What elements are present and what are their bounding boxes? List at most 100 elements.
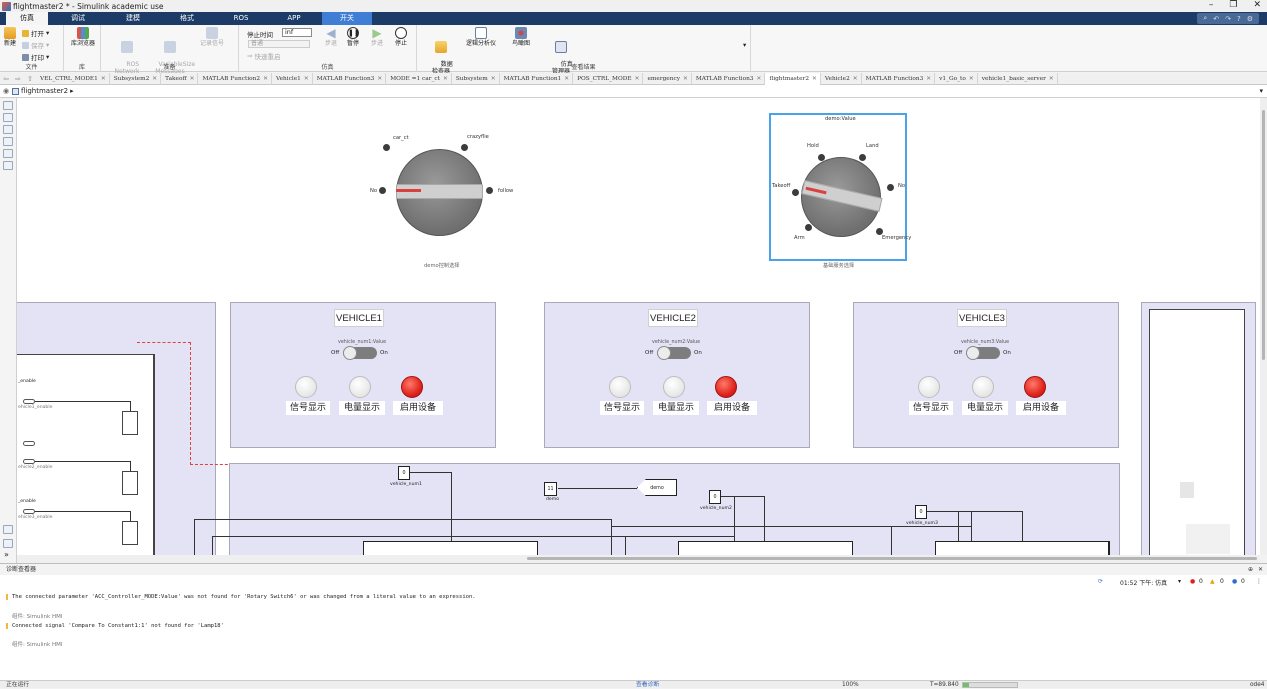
tab-close-icon[interactable]: ✕: [152, 76, 157, 82]
tab-close-icon[interactable]: ✕: [304, 76, 309, 82]
tab-close-icon[interactable]: ✕: [757, 76, 762, 82]
annotation-icon[interactable]: [3, 137, 13, 146]
stop-button[interactable]: 停止: [391, 27, 411, 47]
logic-analyzer-button[interactable]: 逻辑分析仪: [463, 27, 499, 47]
stop-time-input[interactable]: inf: [282, 28, 312, 37]
model-tab[interactable]: MATLAB Function2 ✕: [198, 72, 272, 85]
model-tab[interactable]: vehicle1_basic_server ✕: [978, 72, 1058, 85]
tab-close-icon[interactable]: ✕: [812, 76, 817, 82]
enable-device-button[interactable]: 启用设备: [1016, 401, 1066, 415]
simulation-mode-select[interactable]: 普通: [248, 40, 310, 48]
vehicle-toggle-switch[interactable]: [966, 346, 1000, 360]
more-options-icon[interactable]: ⋮: [1256, 578, 1262, 585]
expand-icon[interactable]: »: [4, 550, 9, 559]
signal-display-button[interactable]: 信号显示: [286, 401, 330, 415]
right-subsystem-block[interactable]: [1149, 309, 1245, 555]
forward-icon[interactable]: ⇨: [12, 75, 24, 83]
model-canvas[interactable]: car_ct crazyflie No follow demo控制选择 demo…: [17, 98, 1260, 555]
model-tab[interactable]: POS_CTRL_MODE ✕: [573, 72, 644, 85]
signal-display-button[interactable]: 信号显示: [909, 401, 953, 415]
model-tab[interactable]: MATLAB Function3 ✕: [313, 72, 387, 85]
tab-debug[interactable]: 调试: [48, 12, 108, 25]
tab-close-icon[interactable]: ✕: [853, 76, 858, 82]
minimize-icon[interactable]: –: [1209, 0, 1214, 10]
tab-close-icon[interactable]: ✕: [190, 76, 195, 82]
enable-device-button[interactable]: 启用设备: [707, 401, 757, 415]
tab-close-icon[interactable]: ✕: [443, 76, 448, 82]
tab-ros[interactable]: ROS: [216, 12, 266, 25]
hide-explorer-icon[interactable]: ◉: [0, 87, 12, 95]
tab-simulation[interactable]: 仿真: [6, 12, 48, 25]
redo-icon[interactable]: ↷: [1225, 15, 1231, 23]
save-button[interactable]: 保存 ▾: [22, 40, 49, 50]
breadcrumb-arrow-icon[interactable]: ▸: [70, 87, 74, 95]
image-icon[interactable]: [3, 149, 13, 158]
error-icon[interactable]: ●: [1190, 578, 1195, 585]
back-icon[interactable]: ⇦: [0, 75, 12, 83]
tab-close-icon[interactable]: ✕: [926, 76, 931, 82]
breadcrumb[interactable]: flightmaster2: [21, 87, 68, 95]
diagnostic-message[interactable]: The connected parameter 'ACC_Controller_…: [6, 594, 476, 600]
vehicle-toggle-switch[interactable]: [343, 346, 377, 360]
model-tab[interactable]: MATLAB Function3 ✕: [862, 72, 936, 85]
refresh-icon[interactable]: ⟳: [1098, 578, 1103, 585]
undo-icon[interactable]: ↶: [1213, 15, 1219, 23]
property-inspector-icon[interactable]: [3, 525, 13, 534]
model-tab[interactable]: Vehicle1 ✕: [272, 72, 313, 85]
info-icon[interactable]: ●: [1232, 578, 1237, 585]
close-icon[interactable]: ✕: [1253, 0, 1261, 10]
model-tab[interactable]: MATLAB Function1 ✕: [500, 72, 574, 85]
battery-display-button[interactable]: 电量显示: [339, 401, 385, 415]
up-icon[interactable]: ⇧: [24, 75, 36, 83]
fit-view-icon[interactable]: [3, 113, 13, 122]
pause-button[interactable]: ❚❚ 暂停: [343, 27, 363, 47]
constant-block-vehicle-num1[interactable]: 0: [398, 466, 410, 480]
enable-device-button[interactable]: 启用设备: [393, 401, 443, 415]
help-icon[interactable]: ?: [1237, 15, 1241, 23]
model-tab[interactable]: Subsystem ✕: [452, 72, 500, 85]
step-back-button[interactable]: ◀ 步退: [321, 27, 341, 47]
tab-close-icon[interactable]: ✕: [101, 76, 106, 82]
model-browser-icon[interactable]: [3, 539, 13, 548]
warning-icon[interactable]: ▲: [1210, 578, 1215, 585]
breadcrumb-dropdown-icon[interactable]: ▾: [1259, 87, 1263, 95]
log-signal-button[interactable]: 记录信号: [197, 27, 227, 47]
constant-block-vehicle-num2[interactable]: 0: [709, 490, 721, 504]
panel-close-icon[interactable]: ✕: [1258, 564, 1263, 575]
tab-close-icon[interactable]: ✕: [969, 76, 974, 82]
tab-close-icon[interactable]: ✕: [491, 76, 496, 82]
tab-close-icon[interactable]: ✕: [377, 76, 382, 82]
step-forward-button[interactable]: ▶ 步进: [367, 27, 387, 47]
horizontal-scrollbar[interactable]: [17, 555, 1260, 563]
tab-close-icon[interactable]: ✕: [1049, 76, 1054, 82]
diagnostic-time[interactable]: 01:52 下午: 仿真: [1120, 578, 1167, 587]
tab-close-icon[interactable]: ✕: [564, 76, 569, 82]
arrow-icon[interactable]: [3, 125, 13, 134]
bird-eye-button[interactable]: 鸟瞰图: [507, 27, 535, 47]
review-gallery-expand[interactable]: ▾: [743, 41, 746, 49]
model-tab[interactable]: Vehicle2 ✕: [821, 72, 862, 85]
vehicle-toggle-switch[interactable]: [657, 346, 691, 360]
time-dropdown-icon[interactable]: ▾: [1178, 578, 1181, 585]
settings-icon[interactable]: ⚙: [1247, 15, 1253, 23]
tab-app[interactable]: APP: [266, 12, 322, 25]
battery-display-button[interactable]: 电量显示: [962, 401, 1008, 415]
vertical-scrollbar[interactable]: [1260, 98, 1267, 555]
search-icon[interactable]: ⌕: [1203, 14, 1207, 23]
model-tab[interactable]: MATLAB Function3 ✕: [692, 72, 766, 85]
print-button[interactable]: 打印 ▾: [22, 52, 49, 62]
fast-restart-button[interactable]: ⇒ 快速重启: [247, 51, 280, 61]
signal-display-button[interactable]: 信号显示: [600, 401, 644, 415]
constant-block-vehicle-num3[interactable]: 0: [915, 505, 927, 519]
tab-close-icon[interactable]: ✕: [683, 76, 688, 82]
tab-format[interactable]: 格式: [158, 12, 216, 25]
battery-display-button[interactable]: 电量显示: [653, 401, 699, 415]
tab-switch[interactable]: 开关: [322, 12, 372, 25]
model-tab[interactable]: v1_Go_to ✕: [935, 72, 978, 85]
area-icon[interactable]: [3, 161, 13, 170]
model-tab[interactable]: Takeoff ✕: [161, 72, 199, 85]
subsystem-block-1[interactable]: [363, 541, 538, 555]
tab-close-icon[interactable]: ✕: [263, 76, 268, 82]
library-browser-button[interactable]: 库浏览器: [70, 27, 96, 47]
model-tab[interactable]: VEL_CTRL_MODE1 ✕: [36, 72, 110, 85]
